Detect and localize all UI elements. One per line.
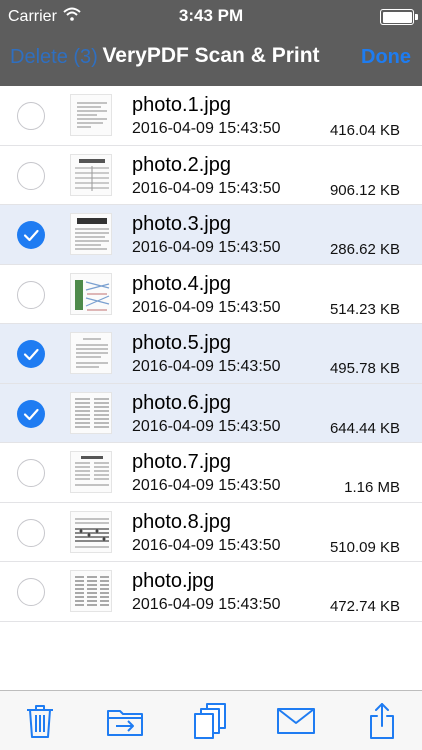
battery-icon xyxy=(380,9,418,25)
page-title: VeryPDF Scan & Print xyxy=(102,44,320,67)
selection-checkbox[interactable] xyxy=(17,459,45,487)
file-date: 2016-04-09 15:43:50 xyxy=(132,417,281,435)
share-icon[interactable] xyxy=(362,701,402,741)
file-size: 1.16 MB xyxy=(344,479,400,496)
file-row[interactable]: photo.1.jpg 2016-04-09 15:43:50 416.04 K… xyxy=(0,86,422,146)
selection-checkbox[interactable] xyxy=(17,399,45,428)
selection-checkbox[interactable] xyxy=(17,518,45,547)
selection-checkbox[interactable] xyxy=(17,161,45,190)
file-name: photo.jpg xyxy=(132,570,215,592)
file-row[interactable]: photo.2.jpg 2016-04-09 15:43:50 906.12 K… xyxy=(0,145,422,205)
file-name: photo.5.jpg xyxy=(132,332,231,354)
file-size: 495.78 KB xyxy=(329,360,400,377)
checkmark-icon xyxy=(23,408,39,420)
file-name: photo.4.jpg xyxy=(132,272,231,295)
file-date: 2016-04-09 15:43:50 xyxy=(132,358,281,375)
file-row[interactable]: photo.8.jpg 2016-04-09 15:43:50 510.09 K… xyxy=(0,502,422,562)
document-thumbnail xyxy=(70,332,112,374)
selection-checkbox[interactable] xyxy=(17,221,45,249)
clock: 3:43 PM xyxy=(178,6,244,25)
selection-checkbox[interactable] xyxy=(17,102,45,130)
document-thumbnail xyxy=(70,94,112,136)
document-thumbnail xyxy=(70,570,112,612)
file-size: 416.04 KB xyxy=(329,122,400,139)
selection-checkbox[interactable] xyxy=(17,578,45,606)
file-name: photo.3.jpg xyxy=(132,213,231,235)
file-name: photo.6.jpg xyxy=(132,391,231,414)
move-to-folder-icon[interactable] xyxy=(105,701,145,741)
selection-checkbox[interactable] xyxy=(17,280,45,309)
status-bar: Carrier 3:43 PM xyxy=(0,0,422,34)
file-size: 906.12 KB xyxy=(329,181,400,199)
file-row[interactable]: photo.3.jpg 2016-04-09 15:43:50 286.62 K… xyxy=(0,205,422,265)
navigation-bar: Delete (3) VeryPDF Scan & Print Done xyxy=(0,34,422,86)
mail-icon[interactable] xyxy=(276,701,316,741)
done-button[interactable]: Done xyxy=(361,46,411,69)
file-date: 2016-04-09 15:43:50 xyxy=(132,536,281,554)
file-date: 2016-04-09 15:43:50 xyxy=(132,120,281,137)
file-row[interactable]: photo.7.jpg 2016-04-09 15:43:50 1.16 MB xyxy=(0,443,422,503)
document-thumbnail xyxy=(70,451,112,493)
document-thumbnail xyxy=(70,510,112,553)
checkmark-icon xyxy=(23,348,39,361)
file-date: 2016-04-09 15:43:50 xyxy=(132,477,281,494)
file-name: photo.7.jpg xyxy=(132,451,231,473)
file-date: 2016-04-09 15:43:50 xyxy=(132,239,281,256)
trash-icon[interactable] xyxy=(20,701,60,741)
checkmark-icon xyxy=(23,229,39,242)
file-row[interactable]: photo.5.jpg 2016-04-09 15:43:50 495.78 K… xyxy=(0,324,422,384)
file-row[interactable]: photo.4.jpg 2016-04-09 15:43:50 514.23 K… xyxy=(0,264,422,324)
document-thumbnail xyxy=(70,153,112,196)
file-date: 2016-04-09 15:43:50 xyxy=(132,179,281,197)
document-thumbnail xyxy=(70,391,112,434)
file-name: photo.2.jpg xyxy=(132,153,231,176)
file-size: 510.09 KB xyxy=(329,538,400,556)
file-list: photo.1.jpg 2016-04-09 15:43:50 416.04 K… xyxy=(0,86,422,622)
file-size: 472.74 KB xyxy=(329,598,400,615)
copy-icon[interactable] xyxy=(190,701,230,741)
selection-checkbox[interactable] xyxy=(17,340,45,368)
file-name: photo.8.jpg xyxy=(132,510,231,533)
file-size: 514.23 KB xyxy=(329,300,400,318)
file-date: 2016-04-09 15:43:50 xyxy=(132,596,281,613)
file-name: photo.1.jpg xyxy=(132,94,231,116)
file-size: 286.62 KB xyxy=(329,241,400,258)
file-row[interactable]: photo.6.jpg 2016-04-09 15:43:50 644.44 K… xyxy=(0,383,422,443)
file-date: 2016-04-09 15:43:50 xyxy=(132,298,281,316)
file-size: 644.44 KB xyxy=(329,419,400,437)
bottom-toolbar xyxy=(0,690,422,750)
document-thumbnail xyxy=(70,213,112,255)
file-row[interactable]: photo.jpg 2016-04-09 15:43:50 472.74 KB xyxy=(0,562,422,622)
document-thumbnail xyxy=(70,272,112,315)
